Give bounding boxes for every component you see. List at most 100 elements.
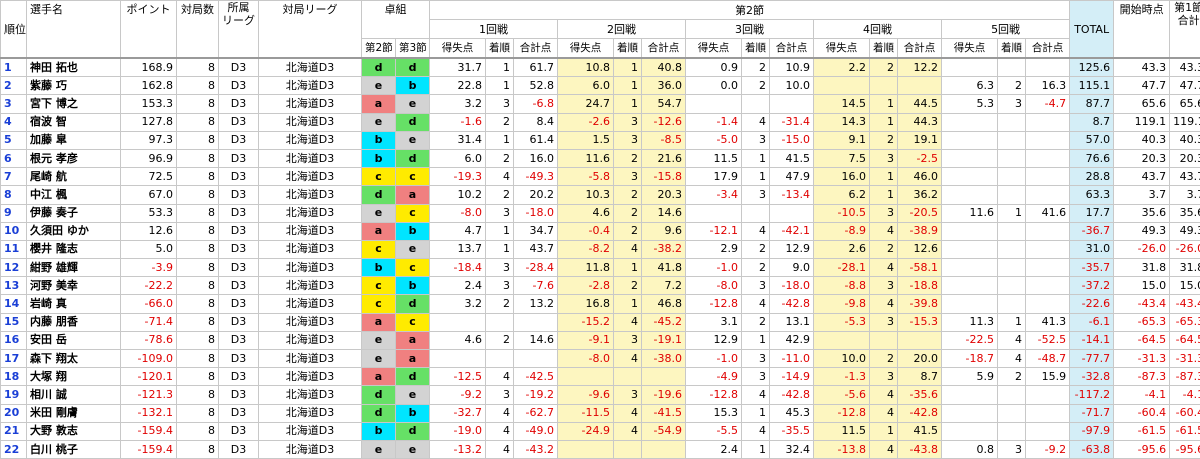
game-2-place-cell: 3	[614, 386, 642, 404]
table-row[interactable]: 14岩崎 真-66.08D3北海道D3cd3.2213.216.8146.8-1…	[1, 295, 1200, 313]
game-2-score-cell: 24.7	[558, 95, 614, 113]
table-row[interactable]: 10久須田 ゆか12.68D3北海道D3ab4.7134.7-0.429.6-1…	[1, 222, 1200, 240]
game-3-score-cell: -12.8	[686, 386, 742, 404]
game-2-total-cell: 21.6	[642, 149, 686, 167]
game-3-header: 3回戦	[686, 20, 814, 39]
game-1-total-cell: 61.4	[514, 131, 558, 149]
game-1-total-cell	[514, 350, 558, 368]
table-row[interactable]: 3宮下 博之153.38D3北海道D3ae3.23-6.824.7154.714…	[1, 95, 1200, 113]
player-name-cell: 大野 敦志	[27, 422, 121, 440]
table-row[interactable]: 8中江 楓67.08D3北海道D3da10.2220.210.3220.3-3.…	[1, 186, 1200, 204]
games-cell: 8	[177, 368, 219, 386]
game-2-total-cell: -12.6	[642, 113, 686, 131]
table-row[interactable]: 20米田 剛膚-132.18D3北海道D3db-32.74-62.7-11.54…	[1, 404, 1200, 422]
start-points-cell: 65.6	[1114, 95, 1170, 113]
table-row[interactable]: 11櫻井 隆志5.08D3北海道D3ce13.7143.7-8.24-38.22…	[1, 240, 1200, 258]
game-4-score-cell: 7.5	[814, 149, 870, 167]
game-3-total-cell: -18.0	[770, 277, 814, 295]
table-row[interactable]: 17森下 翔太-109.08D3北海道D3ea-8.04-38.0-1.03-1…	[1, 350, 1200, 368]
game-2-score-cell: -15.2	[558, 313, 614, 331]
first-section-total-cell: 119.1	[1170, 113, 1200, 131]
game-5-place-cell: 2	[998, 77, 1026, 95]
game-4-score-cell: 11.5	[814, 422, 870, 440]
player-name-cell: 岩崎 真	[27, 295, 121, 313]
points-header: ポイント	[121, 1, 177, 59]
table-group-round2-cell: d	[362, 186, 396, 204]
player-name-cell: 宿波 智	[27, 113, 121, 131]
table-row[interactable]: 13河野 美幸-22.28D3北海道D3cb2.43-7.6-2.827.2-8…	[1, 277, 1200, 295]
table-row[interactable]: 7尾崎 航72.58D3北海道D3cc-19.34-49.3-5.83-15.8…	[1, 168, 1200, 186]
table-row[interactable]: 22白川 桃子-159.48D3北海道D3ee-13.24-43.22.4132…	[1, 440, 1200, 458]
game-3-score-cell: -8.0	[686, 277, 742, 295]
game-5-score-cell: -22.5	[942, 331, 998, 349]
game-1-score-cell: 6.0	[430, 149, 486, 167]
league-cell: D3	[219, 350, 259, 368]
table-row[interactable]: 1神田 拓也168.98D3北海道D3dd31.7161.710.8140.80…	[1, 58, 1200, 77]
table-group-round3-cell: e	[396, 95, 430, 113]
games-cell: 8	[177, 440, 219, 458]
game-3-score-cell: 0.9	[686, 58, 742, 77]
table-row[interactable]: 12紺野 雄輝-3.98D3北海道D3bc-18.43-28.411.8141.…	[1, 259, 1200, 277]
game-1-total-cell: 43.7	[514, 240, 558, 258]
game-5-score-cell	[942, 149, 998, 167]
game-3-place-cell: 3	[742, 368, 770, 386]
table-row[interactable]: 18大塚 翔-120.18D3北海道D3ad-12.54-42.5-4.93-1…	[1, 368, 1200, 386]
table-group-round3-cell: b	[396, 277, 430, 295]
game-1-sub-header-1: 着順	[486, 39, 514, 59]
game-2-score-cell: -9.1	[558, 331, 614, 349]
game-3-place-cell: 2	[742, 259, 770, 277]
table-row[interactable]: 2紫藤 巧162.88D3北海道D3eb22.8152.86.0136.00.0…	[1, 77, 1200, 95]
games-cell: 8	[177, 331, 219, 349]
games-cell: 8	[177, 350, 219, 368]
game-5-place-cell: 4	[998, 350, 1026, 368]
table-group-round3-cell: b	[396, 404, 430, 422]
table-row[interactable]: 4宿波 智127.88D3北海道D3ed-1.628.4-2.63-12.6-1…	[1, 113, 1200, 131]
game-5-place-cell	[998, 149, 1026, 167]
game-4-total-cell: -39.8	[898, 295, 942, 313]
table-row[interactable]: 9伊藤 奏子53.38D3北海道D3ec-8.03-18.04.6214.6-1…	[1, 204, 1200, 222]
game-4-score-cell: 6.2	[814, 186, 870, 204]
match-league-cell: 北海道D3	[259, 222, 362, 240]
game-2-score-cell: 6.0	[558, 77, 614, 95]
match-league-cell: 北海道D3	[259, 277, 362, 295]
game-1-score-cell: 22.8	[430, 77, 486, 95]
first-section-total-cell: 47.7	[1170, 77, 1200, 95]
game-2-total-cell: -15.8	[642, 168, 686, 186]
game-1-place-cell	[486, 350, 514, 368]
game-1-place-cell: 1	[486, 77, 514, 95]
table-group-round2-cell: c	[362, 240, 396, 258]
table-row[interactable]: 5加藤 皐97.38D3北海道D3be31.4161.41.53-8.5-5.0…	[1, 131, 1200, 149]
game-3-total-cell	[770, 204, 814, 222]
player-name-cell: 加藤 皐	[27, 131, 121, 149]
match-league-cell: 北海道D3	[259, 313, 362, 331]
table-row[interactable]: 16安田 岳-78.68D3北海道D3ea4.6214.6-9.13-19.11…	[1, 331, 1200, 349]
game-3-place-cell: 4	[742, 222, 770, 240]
table-group-round3-cell: e	[396, 240, 430, 258]
league-cell: D3	[219, 113, 259, 131]
game-3-score-cell: -5.0	[686, 131, 742, 149]
table-row[interactable]: 21大野 敦志-159.48D3北海道D3bd-19.04-49.0-24.94…	[1, 422, 1200, 440]
game-1-place-cell: 1	[486, 58, 514, 77]
games-cell: 8	[177, 113, 219, 131]
game-1-score-cell: -13.2	[430, 440, 486, 458]
table-row[interactable]: 19相川 誠-121.38D3北海道D3de-9.23-19.2-9.63-19…	[1, 386, 1200, 404]
game-3-score-cell	[686, 204, 742, 222]
game-3-place-cell: 1	[742, 404, 770, 422]
start-points-cell: 43.3	[1114, 58, 1170, 77]
match-league-cell: 北海道D3	[259, 350, 362, 368]
game-1-place-cell: 1	[486, 222, 514, 240]
player-name-cell: 尾崎 航	[27, 168, 121, 186]
game-1-total-cell: 13.2	[514, 295, 558, 313]
game-3-score-cell	[686, 95, 742, 113]
game-1-score-cell: 13.7	[430, 240, 486, 258]
rank-cell: 16	[1, 331, 27, 349]
games-cell: 8	[177, 222, 219, 240]
game-3-sub-header-1: 着順	[742, 39, 770, 59]
game-1-score-cell: 3.2	[430, 95, 486, 113]
game-5-place-cell	[998, 131, 1026, 149]
game-3-sub-header-2: 合計点	[770, 39, 814, 59]
game-3-place-cell: 3	[742, 131, 770, 149]
table-row[interactable]: 6根元 孝彦96.98D3北海道D3bd6.0216.011.6221.611.…	[1, 149, 1200, 167]
table-row[interactable]: 15内藤 朋香-71.48D3北海道D3ac-15.24-45.23.1213.…	[1, 313, 1200, 331]
game-4-score-cell: -13.8	[814, 440, 870, 458]
